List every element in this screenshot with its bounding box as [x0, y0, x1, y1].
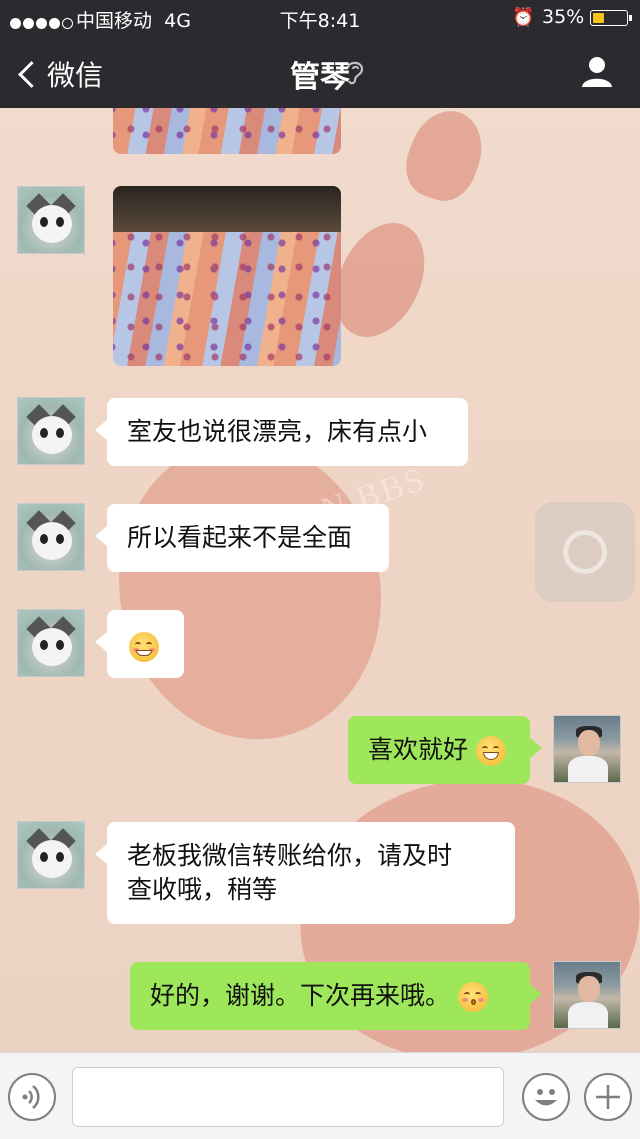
voice-button[interactable] — [8, 1073, 56, 1121]
status-bar: 中国移动 4G 下午8:41 ⏰ 35% — [0, 0, 640, 36]
message-text-line1: 老板我微信转账给你，请及时 — [127, 841, 453, 870]
my-avatar[interactable] — [553, 715, 621, 783]
contact-avatar[interactable] — [17, 821, 85, 889]
message-bubble-incoming[interactable]: 所以看起来不是全面 — [95, 504, 389, 572]
contact-avatar[interactable] — [17, 397, 85, 465]
voice-icon — [22, 1085, 40, 1109]
message-text-line2: 查收哦，稍等 — [127, 875, 278, 904]
message-bubble-incoming[interactable]: 室友也说很漂亮，床有点小 — [95, 398, 468, 466]
message-bubble-outgoing[interactable]: 好的，谢谢。下次再来哦。 — [130, 962, 542, 1030]
input-toolbar — [0, 1052, 640, 1139]
plus-icon — [596, 1085, 620, 1109]
kissing-emoji — [457, 982, 488, 1012]
my-avatar[interactable] — [553, 961, 621, 1029]
message-bubble-outgoing[interactable]: 喜欢就好 — [348, 716, 542, 784]
emoji-icon — [535, 1089, 557, 1106]
person-icon[interactable] — [580, 54, 614, 88]
message-text: 好的，谢谢。下次再来哦。 — [150, 981, 451, 1010]
earpiece-icon — [346, 61, 364, 85]
message-bubble-incoming[interactable] — [95, 610, 184, 678]
blushing-smile-emoji — [129, 632, 159, 662]
assistive-ring-icon — [563, 530, 607, 574]
assistive-touch-button[interactable] — [535, 502, 635, 602]
nav-bar: 微信 管琴 — [0, 36, 640, 108]
grinning-emoji — [475, 736, 506, 766]
chat-title: 管琴 — [290, 60, 350, 95]
message-text: 室友也说很漂亮，床有点小 — [127, 417, 428, 446]
message-bubble-incoming[interactable]: 老板我微信转账给你，请及时 查收哦，稍等 — [95, 822, 515, 924]
message-text: 所以看起来不是全面 — [127, 523, 353, 552]
heart-decoration — [91, 416, 409, 764]
message-input[interactable] — [72, 1067, 504, 1127]
message-image[interactable] — [113, 186, 341, 366]
more-button[interactable] — [584, 1073, 632, 1121]
message-text: 喜欢就好 — [368, 735, 469, 764]
battery-icon — [590, 10, 632, 26]
contact-avatar[interactable] — [17, 186, 85, 254]
contact-avatar[interactable] — [17, 503, 85, 571]
emoji-button[interactable] — [522, 1073, 570, 1121]
message-image[interactable] — [113, 108, 341, 154]
battery-percent: 35% — [542, 6, 585, 28]
heart-decoration — [396, 100, 494, 210]
contact-avatar[interactable] — [17, 609, 85, 677]
alarm-icon: ⏰ — [512, 7, 535, 28]
